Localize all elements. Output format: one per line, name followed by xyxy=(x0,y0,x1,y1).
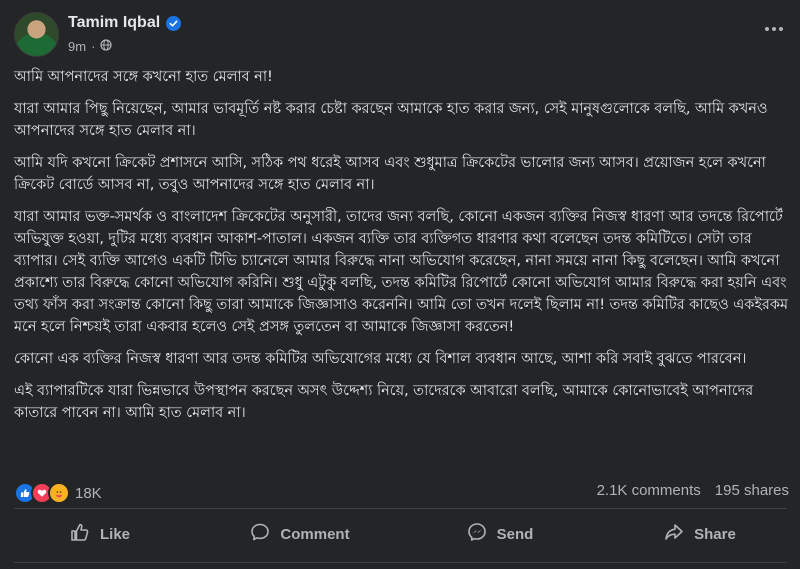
action-bar: Like Comment Send Share xyxy=(0,510,800,558)
comment-button[interactable]: Comment xyxy=(200,510,400,558)
care-icon xyxy=(48,482,70,504)
thumbs-up-icon xyxy=(70,522,90,546)
post-stats: 18K 2.1K comments 195 shares xyxy=(14,480,789,504)
post-meta: 9m · xyxy=(68,39,113,54)
reactions-summary[interactable]: 18K xyxy=(14,482,102,504)
verified-badge-icon xyxy=(166,15,182,31)
engagement-counts: 2.1K comments 195 shares xyxy=(597,482,789,499)
divider xyxy=(14,562,787,563)
like-button[interactable]: Like xyxy=(0,510,200,558)
facebook-post: Tamim Iqbal 9m · আমি আপনাদের সঙ্গে কখনো … xyxy=(0,0,800,569)
send-label: Send xyxy=(496,525,534,543)
post-paragraph: আমি আপনাদের সঙ্গে কখনো হাত মেলাব না! xyxy=(14,68,273,85)
comment-icon xyxy=(250,522,270,546)
post-paragraph: আমি যদি কখনো ক্রিকেট প্রশাসনে আসি, সঠিক … xyxy=(14,154,766,193)
meta-separator: · xyxy=(91,39,96,54)
share-arrow-icon xyxy=(664,522,684,546)
messenger-icon xyxy=(467,522,487,546)
comments-count[interactable]: 2.1K comments xyxy=(597,482,701,499)
post-body: আমি আপনাদের সঙ্গে কখনো হাত মেলাব না! যার… xyxy=(14,66,789,434)
globe-icon xyxy=(100,39,113,54)
post-paragraph: যারা আমার ভক্ত-সমর্থক ও বাংলাদেশ ক্রিকেট… xyxy=(14,208,788,335)
author-name[interactable]: Tamim Iqbal xyxy=(68,14,160,32)
share-button[interactable]: Share xyxy=(600,510,800,558)
post-paragraph: এই ব্যাপারটিকে যারা ভিন্নভাবে উপস্থাপন ক… xyxy=(14,382,754,421)
author-row: Tamim Iqbal xyxy=(68,14,182,32)
comment-label: Comment xyxy=(280,525,350,543)
post-timestamp[interactable]: 9m xyxy=(68,39,86,54)
send-button[interactable]: Send xyxy=(400,510,600,558)
shares-count[interactable]: 195 shares xyxy=(715,482,789,499)
reaction-count: 18K xyxy=(75,484,102,502)
more-options-icon[interactable] xyxy=(762,24,786,34)
like-label: Like xyxy=(99,525,130,543)
post-paragraph: কোনো এক ব্যক্তির নিজস্ব ধারণা আর তদন্ত ক… xyxy=(14,350,747,367)
share-label: Share xyxy=(694,525,736,543)
divider xyxy=(14,508,787,509)
post-paragraph: যারা আমার পিছু নিয়েছেন, আমার ভাবমূর্তি … xyxy=(14,100,768,139)
post-header: Tamim Iqbal 9m · xyxy=(14,12,786,62)
avatar[interactable] xyxy=(14,12,59,57)
